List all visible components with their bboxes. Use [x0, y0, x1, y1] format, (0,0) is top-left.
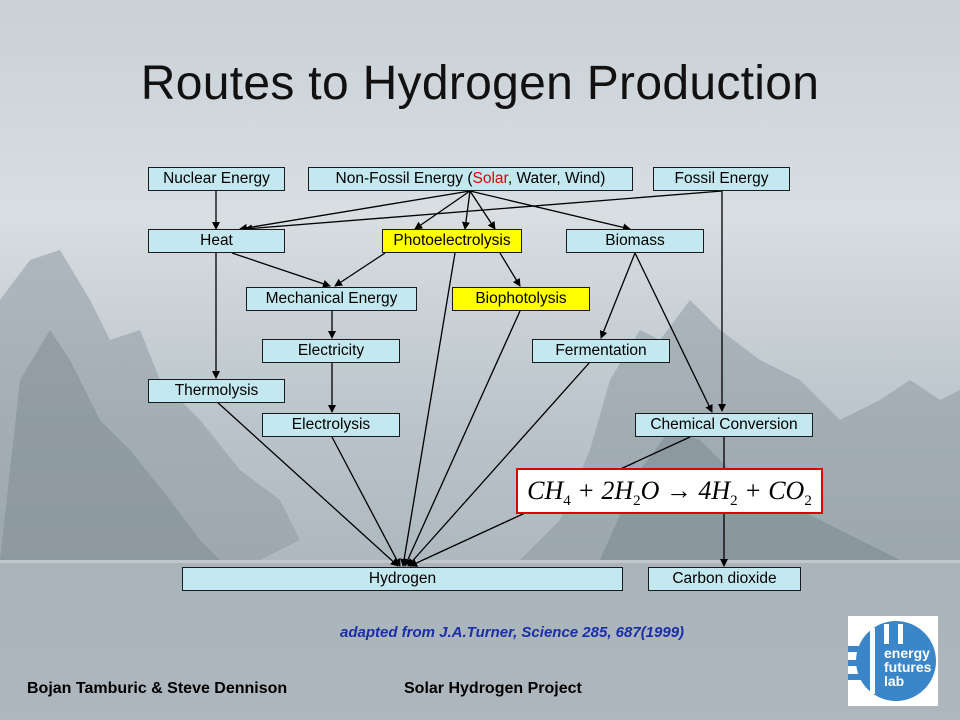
node-thermolysis: Thermolysis	[148, 379, 285, 403]
logo-mark-icon: energy futures lab	[848, 621, 936, 701]
eq-plus-co: + CO	[737, 476, 805, 505]
eq-plus-2h: + 2H	[570, 476, 634, 505]
node-electricity: Electricity	[262, 339, 400, 363]
node-chemical-conversion: Chemical Conversion	[635, 413, 813, 437]
energy-futures-lab-logo: energy futures lab	[848, 616, 938, 706]
eq-sub-2b: 2	[730, 493, 738, 509]
eq-o-arrow-4h: O → 4H	[640, 476, 731, 505]
node-electrolysis: Electrolysis	[262, 413, 400, 437]
node-heat: Heat	[148, 229, 285, 253]
node-mechanical-energy: Mechanical Energy	[246, 287, 417, 311]
logo-text-lab: lab	[884, 673, 904, 689]
eq-sub-2c: 2	[804, 493, 812, 509]
node-hydrogen: Hydrogen	[182, 567, 623, 591]
footer-authors: Bojan Tamburic & Steve Dennison	[27, 680, 288, 697]
flow-arrows	[212, 190, 728, 567]
footer-project: Solar Hydrogen Project	[404, 680, 582, 697]
node-biophotolysis: Biophotolysis	[452, 287, 590, 311]
eq-sub-2a: 2	[633, 493, 641, 509]
source-citation: adapted from J.A.Turner, Science 285, 68…	[340, 624, 685, 641]
non-fossil-label-start: Non-Fossil Energy (	[335, 170, 473, 187]
node-biomass: Biomass	[566, 229, 704, 253]
node-fermentation: Fermentation	[532, 339, 670, 363]
node-carbon-dioxide: Carbon dioxide	[648, 567, 801, 591]
eq-sub-4: 4	[563, 493, 571, 509]
solar-label: Solar	[472, 170, 508, 187]
node-fossil-energy: Fossil Energy	[653, 167, 790, 191]
reaction-equation: CH4 + 2H2O → 4H2 + CO2	[516, 468, 823, 514]
node-non-fossil-energy: Non-Fossil Energy (Solar, Water, Wind)	[308, 167, 633, 191]
node-nuclear-energy: Nuclear Energy	[148, 167, 285, 191]
eq-ch: CH	[527, 476, 564, 505]
node-photoelectrolysis: Photoelectrolysis	[382, 229, 522, 253]
non-fossil-label-end: , Water, Wind)	[507, 170, 606, 187]
